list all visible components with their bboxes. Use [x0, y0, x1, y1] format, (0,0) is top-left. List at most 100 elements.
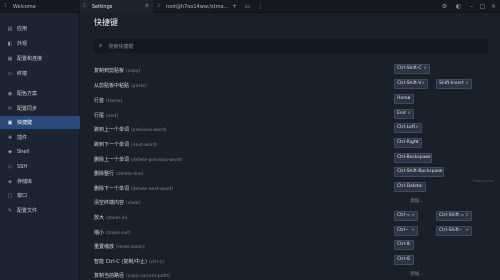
search-input[interactable]: ⌕ 搜索快捷键	[93, 39, 488, 53]
tab-label: root@h7oo14ww:/stma...	[165, 3, 229, 10]
sidebar-item-label: 插件	[17, 135, 28, 141]
hotkey-chip[interactable]: Shift-Insert ×	[436, 79, 472, 89]
hotkey-chip[interactable]: Ctrl-Shift-V ×	[394, 79, 428, 89]
sidebar-item[interactable]: ◉ 配色方案	[0, 87, 80, 100]
page-title: 快捷键	[94, 18, 118, 27]
remove-hotkey-icon[interactable]: ×	[423, 65, 427, 73]
sidebar-item-label: 应用	[17, 26, 28, 32]
hotkey-command-id: (delete-previous-word)	[131, 158, 183, 163]
remove-hotkey-icon[interactable]: ×	[421, 80, 425, 88]
sidebar-item[interactable]: ◧ 外观	[0, 37, 80, 50]
remove-hotkey-icon[interactable]: ×	[437, 168, 441, 176]
close-icon[interactable]: ×	[145, 3, 149, 9]
sidebar-item[interactable]: ✎ 配置文件	[0, 204, 80, 217]
hotkey-command-id: (next-word)	[131, 143, 158, 148]
remove-hotkey-icon[interactable]: ×	[411, 227, 415, 235]
hotkey-row: 智能 Ctrl-C (复制/中止) (ctrl-c) Ctrl-C ×	[94, 254, 494, 268]
tab-welcome[interactable]: 1 Welcome	[0, 0, 80, 13]
remove-hotkey-icon[interactable]: ×	[425, 154, 429, 162]
hotkey-label: 行尾 (end)	[94, 112, 118, 119]
tab-terminal[interactable]: 3 root@h7oo14ww:/stma...	[153, 0, 228, 13]
search-placeholder: 搜索快捷键	[108, 43, 134, 50]
sidebar-item-icon: ◈	[8, 178, 12, 185]
sidebar-item-label: 配置同步	[17, 106, 38, 112]
hotkey-name: 复制当前路径	[94, 273, 125, 279]
add-tab-icon[interactable]: +	[231, 3, 238, 10]
menu-icon[interactable]: ⋮	[257, 3, 264, 10]
remove-hotkey-icon[interactable]: ×	[407, 95, 411, 103]
hotkey-command-id: (reset-zoom)	[116, 245, 145, 250]
split-icon[interactable]: ▭	[244, 3, 251, 10]
tab-number: 2	[83, 4, 86, 9]
hotkey-row: 行尾 (end) End ×	[94, 108, 494, 122]
hotkey-chip[interactable]: Ctrl-Left ×	[394, 123, 422, 133]
profile-icon[interactable]: ◐	[455, 3, 462, 10]
hotkey-chip[interactable]: Ctrl-C ×	[394, 255, 414, 265]
hotkey-chip[interactable]: End ×	[394, 109, 414, 119]
hotkey-command-id: (ctrl-c)	[148, 260, 164, 265]
hotkey-command-id: (zoom-out)	[106, 231, 131, 236]
hotkey-name: 缩小	[94, 230, 105, 236]
hotkey-name: 放大	[94, 215, 105, 221]
hotkey-label: 从剪贴板中粘贴 (paste)	[94, 82, 147, 89]
sidebar-item[interactable]: ▤ 应用	[0, 22, 80, 35]
add-hotkey-link[interactable]: 添加...	[410, 271, 423, 277]
sidebar-item-label: 配置文件	[17, 208, 38, 214]
sidebar-item-icon: ✎	[7, 207, 13, 214]
hotkey-chip[interactable]: Ctrl-0 ×	[394, 240, 414, 250]
hotkey-row: 放大 (zoom-in) Ctrl-= × Ctrl-Shift-= ×	[94, 210, 494, 224]
hotkey-chip[interactable]: Ctrl-Shift-= ×	[436, 211, 472, 221]
remove-hotkey-icon[interactable]: ×	[407, 110, 411, 118]
tab-settings[interactable]: 2 Settings ×	[80, 0, 153, 13]
hotkey-chip[interactable]: Ctrl-Shift-Backspace ×	[394, 167, 444, 177]
sidebar-item[interactable]: ▦ 配置和连接	[0, 52, 80, 65]
sidebar-item[interactable]: ◆ Shell	[0, 145, 80, 158]
remove-hotkey-icon[interactable]: ×	[465, 80, 469, 88]
hotkey-chip[interactable]: Ctrl-= ×	[394, 211, 418, 221]
hotkey-name: 删除整行	[94, 171, 115, 177]
remove-hotkey-icon[interactable]: ×	[419, 183, 423, 191]
remove-hotkey-icon[interactable]: ×	[407, 241, 411, 249]
remove-hotkey-icon[interactable]: ×	[415, 139, 419, 147]
sidebar-item-label: 配置和连接	[17, 56, 43, 62]
hotkey-command-id: (home)	[106, 99, 123, 104]
hotkey-label: 复制当前路径 (copy-current-path)	[94, 272, 170, 279]
minimize-icon[interactable]: –	[468, 3, 475, 10]
hotkey-command-id: (zoom-in)	[106, 216, 128, 221]
hotkey-name: 复制到剪贴板	[94, 68, 125, 74]
sidebar-item[interactable]: ◈ 存储库	[0, 175, 80, 188]
hotkey-row: 复制到剪贴板 (copy) Ctrl-Shift-C ×	[94, 63, 494, 77]
sidebar-item[interactable]: ▣ 快捷键	[0, 116, 80, 129]
hotkey-row: 缩小 (zoom-out) Ctrl-- × Ctrl-Shift-- ×	[94, 225, 494, 239]
sidebar-item-label: 存储库	[17, 179, 33, 185]
hotkey-chip[interactable]: Ctrl-- ×	[394, 226, 418, 236]
add-hotkey-link[interactable]: 添加...	[410, 198, 423, 204]
remove-hotkey-icon[interactable]: ×	[465, 212, 469, 220]
window-close-icon[interactable]: ×	[490, 3, 497, 10]
hotkey-chip[interactable]: Ctrl-Shift-- ×	[436, 226, 472, 236]
hotkey-label: 重置缩放 (reset-zoom)	[94, 243, 145, 250]
sidebar-item-label: 终端	[17, 71, 28, 77]
remove-hotkey-icon[interactable]: ×	[465, 227, 469, 235]
maximize-icon[interactable]: □	[479, 3, 486, 10]
hotkey-chip[interactable]: Ctrl-Right ×	[394, 138, 422, 148]
sidebar-item[interactable]: ⟳ 配置同步	[0, 102, 80, 115]
hotkey-chip[interactable]: Ctrl-Delete ×	[394, 182, 426, 192]
settings-icon[interactable]: ⚙	[441, 3, 448, 10]
sidebar-item[interactable]: ◇ SSH	[0, 160, 80, 173]
hotkey-row: 删除整行 (delete-line) Ctrl-Shift-Backspace ×	[94, 166, 494, 180]
hotkey-chip[interactable]: Home ×	[394, 94, 414, 104]
sidebar-item-icon: ◇	[8, 163, 12, 170]
sidebar-item[interactable]: ✚ 插件	[0, 131, 80, 144]
hotkey-name: 跳到上一个单词	[94, 127, 130, 133]
sidebar-item-icon: ◧	[7, 40, 13, 47]
remove-hotkey-icon[interactable]: ×	[411, 212, 415, 220]
hotkey-command-id: (copy-current-path)	[126, 274, 170, 279]
hotkey-chip[interactable]: Ctrl-Shift-C ×	[394, 64, 430, 74]
remove-hotkey-icon[interactable]: ×	[415, 124, 419, 132]
hotkey-chip[interactable]: Ctrl-Backspace ×	[394, 153, 432, 163]
sidebar-item[interactable]: ▢ 窗口	[0, 189, 80, 202]
sidebar-item[interactable]: ▭ 终端	[0, 67, 80, 80]
remove-hotkey-icon[interactable]: ×	[407, 256, 411, 264]
hotkey-label: 放大 (zoom-in)	[94, 214, 128, 221]
